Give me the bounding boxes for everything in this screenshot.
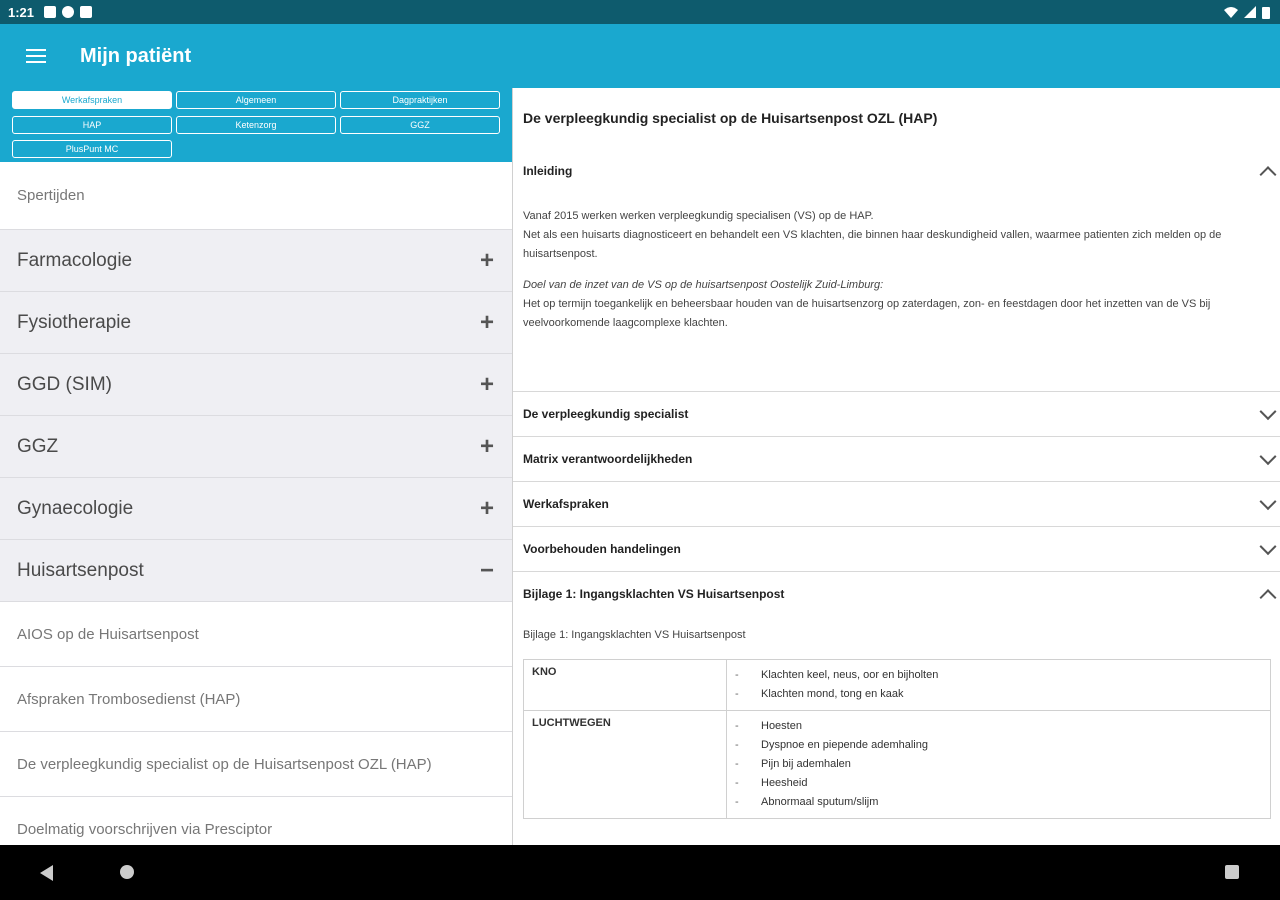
tab-algemeen[interactable]: Algemeen: [176, 91, 336, 109]
table-category: KNO: [523, 659, 727, 711]
list-item-label: AIOS op de Huisartsenpost: [17, 625, 199, 643]
chevron-down-icon: [1259, 493, 1277, 511]
tab-werkafspraken[interactable]: Werkafspraken: [12, 91, 172, 109]
status-time: 1:21: [8, 4, 35, 20]
intro-goal-text: Het op termijn toegankelijk en beheersba…: [523, 298, 1211, 329]
table-category: LUCHTWEGEN: [523, 710, 727, 819]
table-item: Abnormaal sputum/slijm: [735, 793, 1262, 812]
notification-icon: [44, 6, 57, 18]
section-label: Voorbehouden handelingen: [523, 542, 681, 556]
intro-line: Vanaf 2015 werken werken verpleegkundig …: [523, 210, 874, 222]
table-items: Hoesten Dyspnoe en piepende ademhaling P…: [726, 710, 1271, 819]
section-bijlage-1[interactable]: Bijlage 1: Ingangsklachten VS Huisartsen…: [513, 571, 1280, 616]
list-item-spertijden[interactable]: Spertijden: [0, 162, 512, 230]
tab-pluspunt-mc[interactable]: PlusPunt MC: [12, 140, 172, 158]
tab-hap[interactable]: HAP: [12, 116, 172, 134]
category-label: Huisartsenpost: [17, 559, 144, 581]
status-bar: 1:21: [0, 0, 1280, 24]
category-label: Farmacologie: [17, 249, 133, 271]
signal-icon: [1244, 6, 1256, 18]
category-label: GGD (SIM): [17, 373, 112, 395]
intro-goal-heading: Doel van de inzet van de VS op de huisar…: [523, 279, 884, 291]
category-gynaecologie[interactable]: Gynaecologie +: [0, 478, 512, 540]
table-row: KNO Klachten keel, neus, oor en bijholte…: [523, 659, 1271, 711]
list-item[interactable]: De verpleegkundig specialist op de Huisa…: [0, 732, 512, 797]
table-item: Hoesten: [735, 717, 1262, 736]
category-label: Fysiotherapie: [17, 311, 132, 333]
section-label: Bijlage 1: Ingangsklachten VS Huisartsen…: [523, 587, 785, 601]
table-items: Klachten keel, neus, oor en bijholten Kl…: [726, 659, 1271, 711]
section-voorbehouden-handelingen[interactable]: Voorbehouden handelingen: [513, 526, 1280, 571]
klachten-table: KNO Klachten keel, neus, oor en bijholte…: [523, 659, 1271, 819]
app-title: Mijn patiënt: [80, 44, 192, 67]
section-label: Inleiding: [523, 163, 573, 178]
category-label: GGZ: [17, 435, 59, 457]
detail-panel: De verpleegkundig specialist op de Huisa…: [512, 88, 1280, 845]
list-item[interactable]: Afspraken Trombosedienst (HAP): [0, 667, 512, 732]
list-item-label: Doelmatig voorschrijven via Presciptor: [17, 820, 273, 838]
wifi-icon: [1224, 7, 1238, 18]
category-ggd-sim[interactable]: GGD (SIM) +: [0, 354, 512, 416]
section-matrix[interactable]: Matrix verantwoordelijkheden: [513, 436, 1280, 481]
table-item: Klachten keel, neus, oor en bijholten: [735, 666, 1262, 685]
category-farmacologie[interactable]: Farmacologie +: [0, 230, 512, 292]
section-label: Matrix verantwoordelijkheden: [523, 452, 693, 466]
system-nav-bar: [0, 845, 1280, 900]
expand-icon: +: [479, 432, 494, 460]
section-verpleegkundig-specialist[interactable]: De verpleegkundig specialist: [513, 391, 1280, 436]
table-row: LUCHTWEGEN Hoesten Dyspnoe en piepende a…: [523, 710, 1271, 819]
tab-ggz[interactable]: GGZ: [340, 116, 500, 134]
detail-title: De verpleegkundig specialist op de Huisa…: [523, 110, 938, 126]
app-notification-icon: [62, 6, 75, 18]
chevron-up-icon: [1259, 589, 1277, 607]
chevron-down-icon: [1259, 538, 1277, 556]
recent-apps-icon[interactable]: [1225, 865, 1239, 879]
chevron-down-icon: [1259, 403, 1277, 421]
list-item[interactable]: AIOS op de Huisartsenpost: [0, 602, 512, 667]
expand-icon: +: [479, 308, 494, 336]
section-label: De verpleegkundig specialist: [523, 407, 689, 421]
list-item-label: Spertijden: [17, 187, 85, 204]
list-item[interactable]: Doelmatig voorschrijven via Presciptor: [0, 797, 512, 845]
back-icon[interactable]: [40, 865, 53, 881]
collapse-icon: −: [479, 556, 494, 584]
battery-icon: [1262, 6, 1270, 19]
left-panel: Werkafspraken Algemeen Dagpraktijken HAP…: [0, 88, 512, 845]
section-inleiding[interactable]: Inleiding: [513, 148, 1280, 193]
menu-icon[interactable]: [16, 36, 56, 76]
chevron-down-icon: [1259, 448, 1277, 466]
list-item-label: De verpleegkundig specialist op de Huisa…: [17, 755, 432, 773]
app-bar: Mijn patiënt: [0, 24, 1280, 88]
list-item-label: Afspraken Trombosedienst (HAP): [17, 690, 241, 708]
table-item: Dyspnoe en piepende ademhaling: [735, 736, 1262, 755]
section-inleiding-content: Vanaf 2015 werken werken verpleegkundig …: [513, 193, 1280, 391]
section-werkafspraken[interactable]: Werkafspraken: [513, 481, 1280, 526]
expand-icon: +: [479, 246, 494, 274]
chevron-up-icon: [1259, 165, 1277, 183]
table-item: Pijn bij ademhalen: [735, 755, 1262, 774]
category-huisartsenpost[interactable]: Huisartsenpost −: [0, 540, 512, 602]
expand-icon: +: [479, 494, 494, 522]
tab-dagpraktijken[interactable]: Dagpraktijken: [340, 91, 500, 109]
home-icon[interactable]: [120, 865, 134, 879]
category-fysiotherapie[interactable]: Fysiotherapie +: [0, 292, 512, 354]
table-item: Heesheid: [735, 774, 1262, 793]
category-label: Gynaecologie: [17, 497, 134, 519]
section-label: Werkafspraken: [523, 497, 609, 511]
table-item: Klachten mond, tong en kaak: [735, 685, 1262, 704]
tab-bar: Werkafspraken Algemeen Dagpraktijken HAP…: [0, 88, 512, 162]
category-ggz[interactable]: GGZ +: [0, 416, 512, 478]
tab-ketenzorg[interactable]: Ketenzorg: [176, 116, 336, 134]
sd-card-icon: [80, 6, 93, 18]
intro-line: Net als een huisarts diagnosticeert en b…: [523, 229, 1222, 260]
expand-icon: +: [479, 370, 494, 398]
bijlage-subtitle: Bijlage 1: Ingangsklachten VS Huisartsen…: [523, 629, 746, 641]
